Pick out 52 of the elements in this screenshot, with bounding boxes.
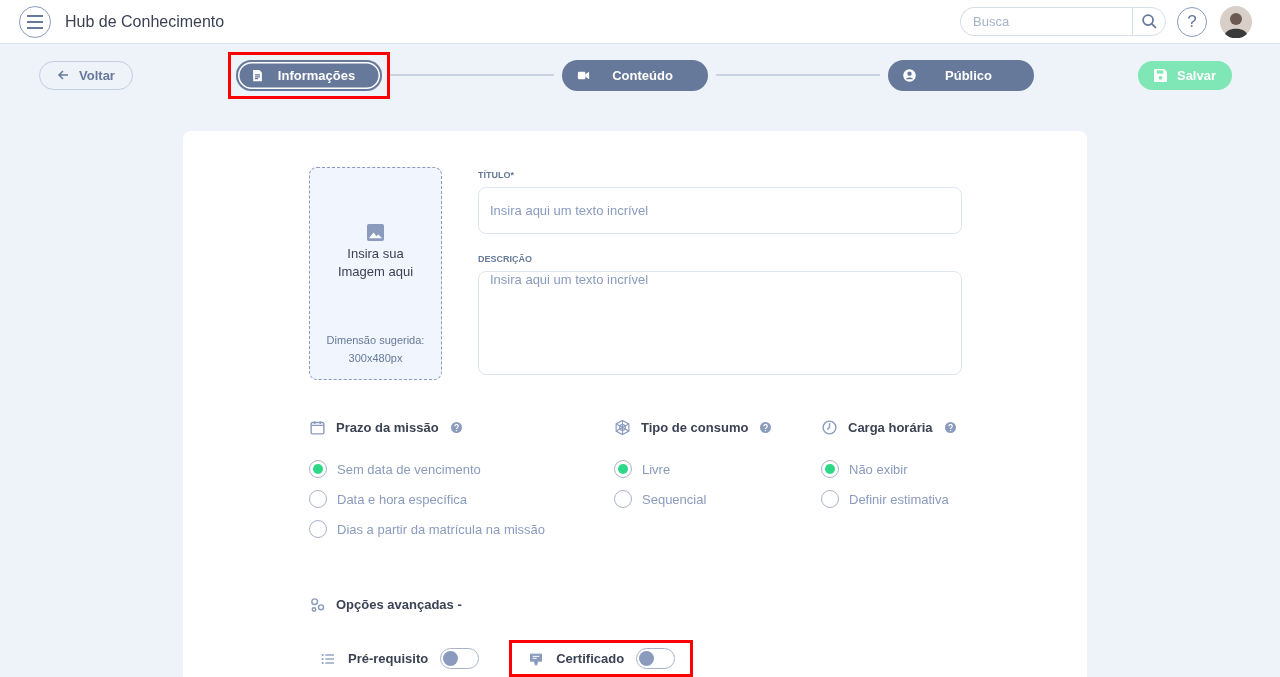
user-icon bbox=[902, 67, 917, 83]
toggle-switch[interactable] bbox=[636, 648, 676, 669]
image-icon bbox=[367, 224, 384, 241]
app-title: Hub de Conhecimento bbox=[65, 12, 226, 31]
radio-button[interactable] bbox=[614, 490, 632, 508]
title-field[interactable]: Insira aqui um texto incrível bbox=[478, 187, 962, 234]
option-label[interactable]: Definir estimativa bbox=[849, 491, 949, 507]
group-title: Prazo da missão bbox=[336, 419, 439, 435]
radio-button[interactable] bbox=[309, 520, 327, 538]
help-button[interactable]: ? bbox=[1177, 6, 1207, 37]
document-icon bbox=[250, 67, 265, 83]
toggle-label: Certificado bbox=[556, 651, 625, 666]
menu-button[interactable] bbox=[19, 5, 51, 38]
arrow-left-icon bbox=[57, 69, 70, 81]
option-label[interactable]: Livre bbox=[642, 461, 671, 477]
back-button[interactable]: Voltar bbox=[39, 60, 133, 90]
option-label[interactable]: Sequencial bbox=[642, 491, 707, 507]
option-label[interactable]: Sem data de vencimento bbox=[337, 461, 481, 477]
search-icon bbox=[1140, 13, 1158, 30]
radio-button[interactable] bbox=[614, 460, 632, 478]
option-label[interactable]: Não exibir bbox=[849, 461, 908, 477]
group-title: Tipo de consumo bbox=[641, 419, 749, 435]
radio-button[interactable] bbox=[821, 460, 839, 478]
upload-hint: Dimensão sugerida: 300x480px bbox=[325, 333, 426, 366]
step-tab[interactable]: Público bbox=[888, 59, 1034, 91]
help-icon[interactable] bbox=[450, 421, 462, 433]
web-icon bbox=[614, 418, 631, 436]
upload-text: Insira sua Imagem aqui bbox=[336, 245, 415, 281]
radio-button[interactable] bbox=[309, 460, 327, 478]
option-label[interactable]: Dias a partir da matrícula na missão bbox=[337, 521, 546, 537]
option-label[interactable]: Data e hora específica bbox=[337, 491, 468, 507]
group-title: Carga horária bbox=[848, 419, 933, 435]
calendar-icon bbox=[309, 418, 326, 436]
field-label: DESCRIÇÃO bbox=[478, 254, 533, 264]
step-tab[interactable]: Informações bbox=[236, 59, 382, 91]
search-button[interactable] bbox=[1132, 7, 1166, 36]
gears-icon bbox=[309, 596, 326, 613]
field-label: TÍTULO* bbox=[478, 170, 515, 180]
search-field[interactable]: Busca bbox=[960, 7, 1132, 36]
help-icon[interactable] bbox=[944, 421, 956, 433]
menu-icon bbox=[26, 14, 44, 29]
avatar[interactable] bbox=[1220, 5, 1252, 38]
image-upload[interactable]: Insira sua Imagem aqui Dimensão sugerida: 300x480px bbox=[309, 167, 442, 380]
radio-button[interactable] bbox=[309, 490, 327, 508]
toggle-switch[interactable] bbox=[440, 648, 480, 669]
help-icon[interactable] bbox=[760, 421, 772, 433]
radio-button[interactable] bbox=[821, 490, 839, 508]
advanced-options-toggle[interactable]: Opções avançadas - bbox=[336, 597, 462, 612]
toggle-label: Pré-requisito bbox=[348, 651, 429, 666]
description-field[interactable]: Insira aqui um texto incrível bbox=[478, 271, 962, 375]
clock-icon bbox=[821, 418, 838, 436]
step-tab[interactable]: Conteúdo bbox=[562, 59, 708, 91]
